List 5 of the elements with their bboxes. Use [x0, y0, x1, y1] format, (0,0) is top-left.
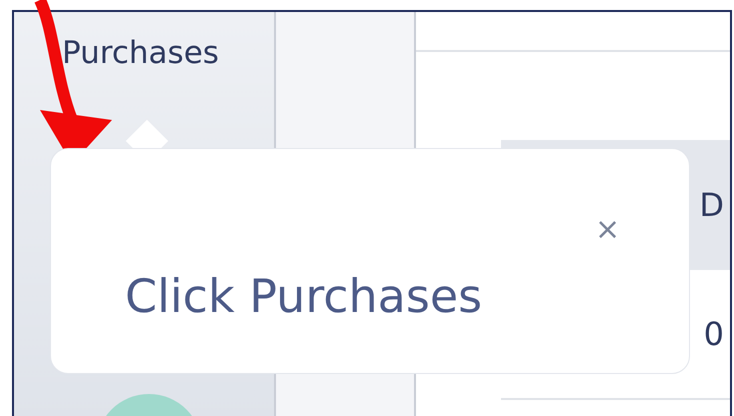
table-cell-text: 0	[704, 314, 724, 355]
sidebar-item[interactable]: Purchases	[62, 34, 274, 73]
close-button[interactable]: ×	[595, 215, 620, 245]
column-header: D	[699, 185, 724, 226]
tooltip-text: Click Purchases	[125, 273, 482, 319]
